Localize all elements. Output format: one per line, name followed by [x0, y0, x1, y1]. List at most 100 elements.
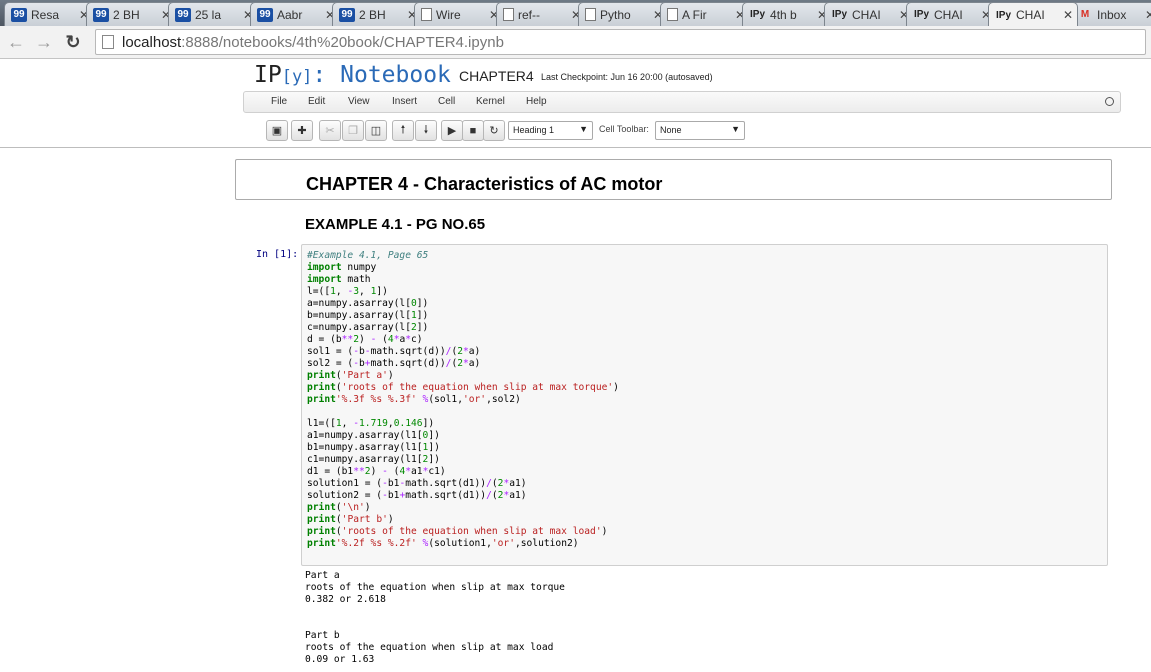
menu-view[interactable]: View [348, 96, 370, 107]
notebook-name[interactable]: CHAPTER4 [459, 68, 534, 84]
browser-tab-label: Aabr [277, 7, 303, 22]
checkpoint-status: Last Checkpoint: Jun 16 20:00 (autosaved… [541, 72, 713, 82]
move-up-icon[interactable]: 🠕 [392, 120, 414, 141]
cut-icon[interactable]: ✂ [319, 120, 341, 141]
chevron-down-icon: ▼ [579, 124, 588, 134]
heading-cell-selected[interactable]: CHAPTER 4 - Characteristics of AC motor [235, 159, 1112, 200]
browser-tab[interactable]: M Inbox ✕ [1070, 2, 1151, 26]
notebook-header: IP[y]: Notebook CHAPTER4 Last Checkpoint… [0, 60, 1151, 92]
logo-notebook: Notebook [326, 62, 451, 88]
header-divider [0, 147, 1151, 148]
example-heading[interactable]: EXAMPLE 4.1 - PG NO.65 [305, 216, 485, 233]
browser-tab[interactable]: IPy CHAI ✕ [906, 2, 996, 26]
browser-tab-label: CHAI [934, 7, 963, 22]
quote-site-icon: 99 [339, 7, 355, 22]
code-editor[interactable]: #Example 4.1, Page 65 import numpy impor… [307, 250, 619, 550]
output-line: 0.382 or 2.618 [305, 594, 386, 605]
browser-tab[interactable]: IPy CHAI ✕ [824, 2, 914, 26]
cell-type-select[interactable]: Heading 1 ▼ [508, 121, 593, 140]
menu-insert[interactable]: Insert [392, 96, 417, 107]
copy-icon[interactable]: ❐ [342, 120, 364, 141]
page-icon [503, 8, 514, 21]
ipython-icon: IPy [996, 9, 1012, 21]
logo-colon: : [312, 62, 327, 88]
cell-output: Part a roots of the equation when slip at… [305, 570, 565, 666]
page-icon [585, 8, 596, 21]
browser-tab-label: 25 la [195, 7, 222, 22]
notebook-toolbar: ▣ ✚ ✂ ❐ ◫ 🠕 🠗 ▶ ■ ↻ Heading 1 ▼ Cell Tool… [243, 117, 1121, 145]
code-cell[interactable]: #Example 4.1, Page 65 import numpy impor… [301, 244, 1108, 566]
browser-tab[interactable]: IPy CHAI ✕ [988, 2, 1078, 26]
url-path: :8888/notebooks/4th%20book/CHAPTER4.ipyn… [181, 33, 504, 51]
browser-tab[interactable]: 99 2 BH ✕ [332, 2, 422, 26]
url-host: localhost [122, 33, 182, 51]
output-line: 0.09 or 1.63 [305, 654, 375, 665]
browser-tab[interactable]: Wire ✕ [414, 2, 504, 26]
stop-icon[interactable]: ■ [462, 120, 484, 141]
logo-ip: IP [254, 62, 282, 88]
close-icon[interactable]: ✕ [1063, 8, 1073, 22]
logo-y: [y] [281, 67, 313, 87]
cell-toolbar-value: None [660, 125, 682, 135]
browser-tab-label: 2 BH [359, 7, 386, 22]
menu-edit[interactable]: Edit [308, 96, 325, 107]
browser-tab-label: CHAI [1016, 8, 1045, 22]
page-icon [667, 8, 678, 21]
paste-icon[interactable]: ◫ [365, 120, 387, 141]
quote-site-icon: 99 [257, 7, 273, 22]
browser-tab-label: Inbox [1097, 7, 1127, 22]
cell-toolbar-label: Cell Toolbar: [599, 124, 649, 134]
save-icon[interactable]: ▣ [266, 120, 288, 141]
browser-tab-label: 4th b [770, 7, 797, 22]
reload-icon[interactable]: ↻ [61, 31, 85, 53]
browser-tab-strip: 99 Resa ✕ 99 2 BH ✕ 99 25 la ✕ 99 Aabr ✕ 99 2 BH ✕ Wire… [0, 0, 1151, 26]
restart-icon[interactable]: ↻ [483, 120, 505, 141]
notebook-menubar: File Edit View Insert Cell Kernel Help [243, 91, 1121, 113]
output-line: roots of the equation when slip at max l… [305, 642, 554, 653]
quote-site-icon: 99 [93, 7, 109, 22]
quote-site-icon: 99 [175, 7, 191, 22]
browser-tab[interactable]: 99 25 la ✕ [168, 2, 258, 26]
close-icon[interactable]: ✕ [1145, 8, 1151, 22]
ipython-icon: IPy [832, 9, 848, 20]
browser-tab[interactable]: 99 Aabr ✕ [250, 2, 340, 26]
browser-tab-label: CHAI [852, 7, 881, 22]
input-prompt: In [1]: [256, 249, 299, 260]
ipython-logo[interactable]: IP[y]: Notebook [254, 62, 451, 88]
run-icon[interactable]: ▶ [441, 120, 463, 141]
address-bar[interactable]: localhost:8888/notebooks/4th%20book/CHAP… [95, 29, 1146, 55]
page-icon [421, 8, 432, 21]
ipython-icon: IPy [914, 9, 930, 20]
output-line: roots of the equation when slip at max t… [305, 582, 565, 593]
browser-tab[interactable]: 99 Resa ✕ [4, 2, 94, 26]
back-arrow-icon[interactable]: ← [4, 31, 28, 53]
move-down-icon[interactable]: 🠗 [415, 120, 437, 141]
browser-toolbar: ← → ↻ localhost:8888/notebooks/4th%20boo… [0, 26, 1151, 59]
cell-toolbar-select[interactable]: None ▼ [655, 121, 745, 140]
browser-tab-label: A Fir [682, 7, 707, 22]
browser-tab-label: Resa [31, 7, 60, 22]
kernel-idle-icon [1105, 97, 1114, 106]
output-line: Part b [305, 630, 340, 641]
insert-cell-icon[interactable]: ✚ [291, 120, 313, 141]
quote-site-icon: 99 [11, 7, 27, 22]
browser-tab-label: ref-- [518, 7, 540, 22]
browser-tab-label: Pytho [600, 7, 631, 22]
chapter-heading: CHAPTER 4 - Characteristics of AC motor [306, 174, 663, 194]
browser-tab[interactable]: A Fir ✕ [660, 2, 750, 26]
menu-cell[interactable]: Cell [438, 96, 455, 107]
menu-help[interactable]: Help [526, 96, 547, 107]
browser-tab-label: 2 BH [113, 7, 140, 22]
ipython-icon: IPy [750, 9, 766, 20]
browser-tab[interactable]: 99 2 BH ✕ [86, 2, 176, 26]
browser-tab[interactable]: IPy 4th b ✕ [742, 2, 832, 26]
menu-file[interactable]: File [271, 96, 287, 107]
forward-arrow-icon[interactable]: → [32, 31, 56, 53]
browser-tab-label: Wire [436, 7, 461, 22]
cell-type-value: Heading 1 [513, 125, 555, 135]
browser-tab[interactable]: Pytho ✕ [578, 2, 668, 26]
menu-kernel[interactable]: Kernel [476, 96, 505, 107]
browser-tab[interactable]: ref-- ✕ [496, 2, 586, 26]
output-line: Part a [305, 570, 340, 581]
